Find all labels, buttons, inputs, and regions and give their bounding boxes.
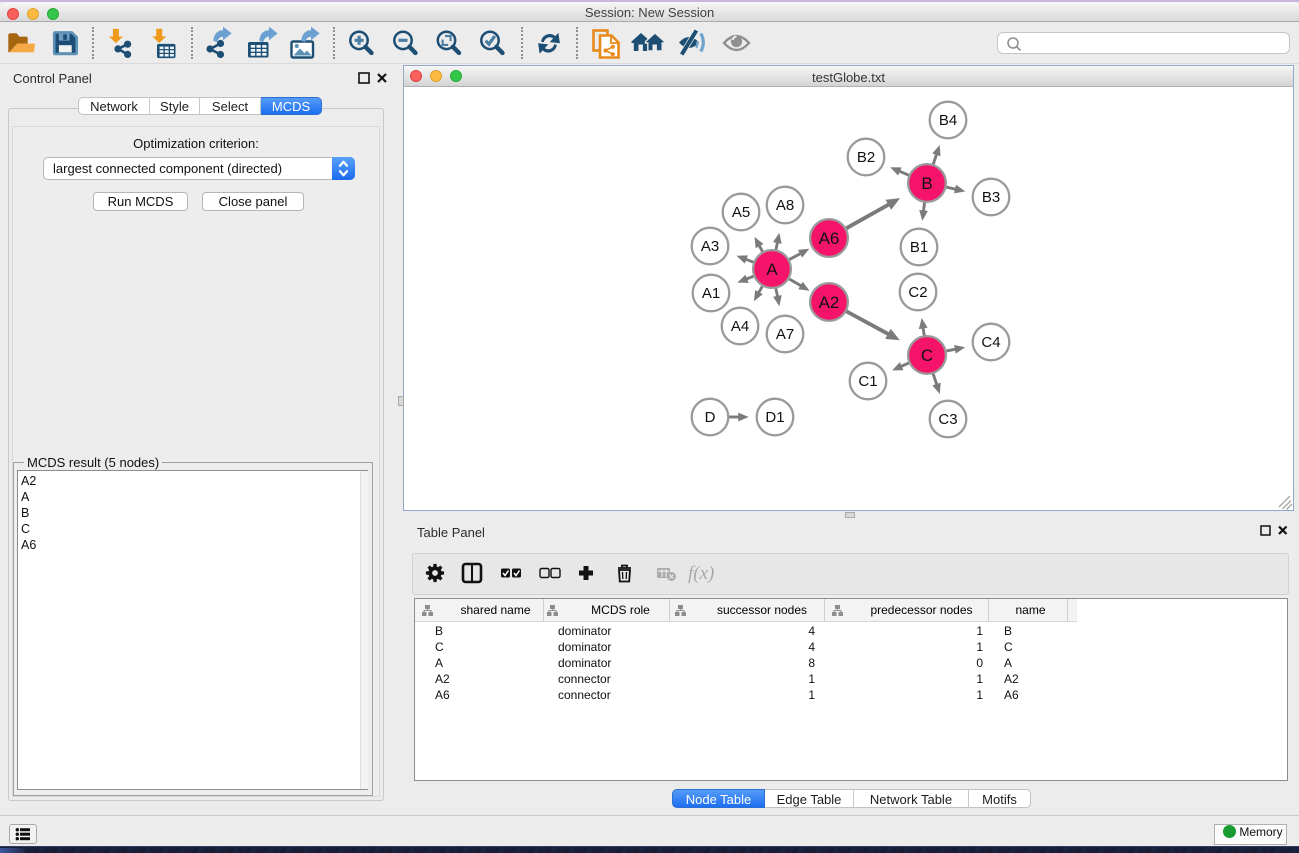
svg-text:A5: A5 — [732, 204, 750, 221]
svg-text:C2: C2 — [908, 284, 927, 301]
svg-text:A8: A8 — [776, 197, 794, 214]
svg-text:D1: D1 — [765, 409, 784, 426]
svg-text:A6: A6 — [819, 229, 840, 248]
svg-text:A1: A1 — [702, 285, 720, 302]
svg-text:C: C — [921, 346, 933, 365]
svg-text:f(x): f(x) — [688, 563, 714, 584]
svg-text:A: A — [766, 260, 778, 279]
svg-text:B2: B2 — [857, 149, 875, 166]
svg-text:A7: A7 — [776, 326, 794, 343]
svg-text:B3: B3 — [982, 189, 1000, 206]
svg-text:A2: A2 — [819, 293, 840, 312]
svg-text:D: D — [705, 409, 716, 426]
svg-text:B4: B4 — [939, 112, 957, 129]
svg-text:C4: C4 — [981, 334, 1000, 351]
svg-text:A3: A3 — [701, 238, 719, 255]
svg-text:B1: B1 — [910, 239, 928, 256]
svg-text:A4: A4 — [731, 318, 749, 335]
svg-text:C3: C3 — [938, 411, 957, 428]
svg-text:B: B — [921, 174, 932, 193]
svg-text:C1: C1 — [858, 373, 877, 390]
